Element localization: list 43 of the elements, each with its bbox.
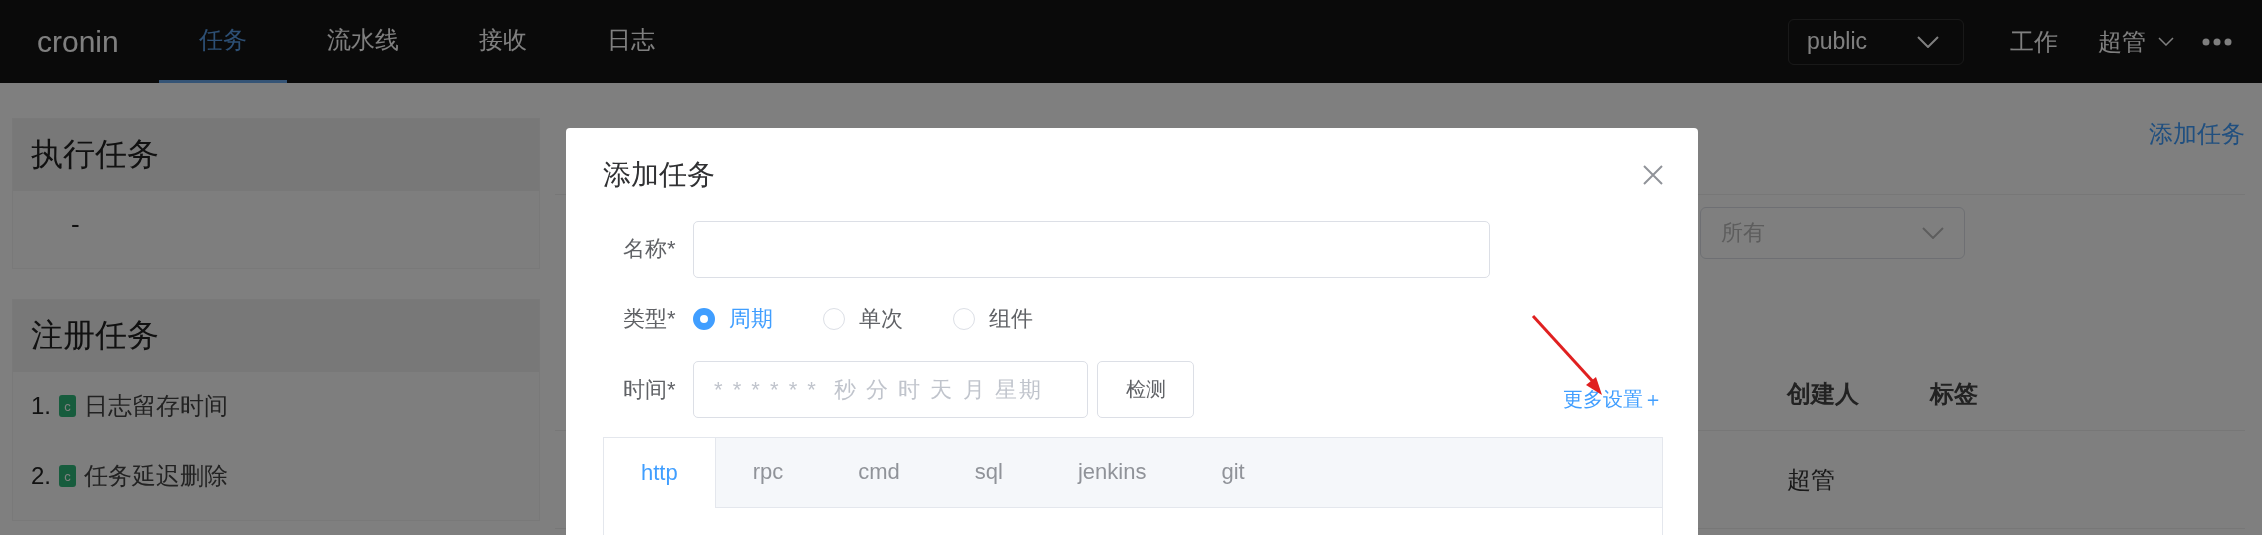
radio-dot[interactable] [693, 308, 715, 331]
type-tab[interactable]: rpc [715, 437, 822, 507]
column-header: 标签 [1930, 357, 2245, 431]
type-tab[interactable]: git [1184, 437, 1283, 507]
more-settings-link[interactable]: 更多设置＋ [1563, 386, 1663, 414]
app-logo[interactable]: cronin [37, 24, 119, 59]
type-radio[interactable]: 组件 [953, 304, 1033, 335]
list-number: 1. [31, 392, 51, 420]
name-input[interactable] [693, 220, 1490, 278]
type-tab[interactable]: jenkins [1040, 437, 1185, 507]
field-label: 类型* [622, 305, 677, 334]
empty-text: - [70, 209, 81, 240]
type-tag: c [59, 465, 76, 487]
add-task-link[interactable]: 添加任务 [2149, 117, 2245, 160]
table-cell: 超管 [1787, 431, 1930, 529]
more-icon[interactable] [2202, 37, 2232, 46]
card-title: 执行任务 [13, 119, 539, 191]
column-header: 创建人 [1787, 357, 1930, 431]
type-tab[interactable]: http [604, 437, 716, 508]
nav-link[interactable]: 工作 [2010, 25, 2058, 58]
close-icon[interactable] [1643, 165, 1663, 185]
task-name[interactable]: 任务延迟删除 [84, 460, 228, 492]
env-select[interactable]: public [1788, 18, 1964, 65]
chevron-down-icon [2158, 37, 2174, 46]
dialog-title: 添加任务 [603, 158, 715, 192]
user-menu[interactable]: 超管 [2098, 25, 2174, 58]
type-tag: c [59, 395, 76, 417]
type-radio[interactable]: 单次 [823, 304, 903, 335]
type-radio[interactable]: 周期 [693, 304, 773, 335]
list-number: 2. [31, 462, 51, 490]
chevron-down-icon [1922, 227, 1944, 239]
task-name[interactable]: 日志留存时间 [84, 390, 228, 422]
check-button[interactable]: 检测 [1097, 361, 1194, 419]
nav-tab[interactable]: 日志 [566, 0, 695, 83]
nav-tab[interactable]: 流水线 [286, 0, 439, 83]
type-tab[interactable]: sql [937, 437, 1041, 507]
chevron-down-icon [1917, 35, 1939, 48]
nav-tab[interactable]: 接收 [438, 0, 567, 83]
type-tab[interactable]: cmd [821, 437, 938, 507]
field-label: 时间* [622, 375, 677, 404]
cron-input[interactable]: * * * * * * 秒 分 时 天 月 星期 [693, 361, 1088, 419]
card-title: 注册任务 [13, 300, 539, 372]
field-label: 名称* [622, 235, 677, 264]
